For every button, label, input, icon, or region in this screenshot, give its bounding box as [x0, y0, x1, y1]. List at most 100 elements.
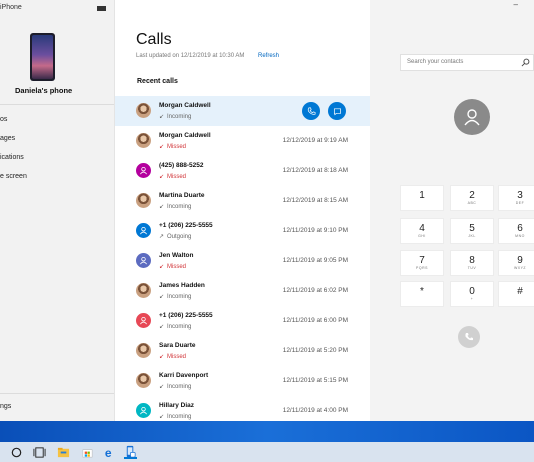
dial-key[interactable]: 8 TUV: [450, 250, 494, 276]
last-updated-text: Last updated on 12/12/2019 at 10:30 AM: [136, 53, 245, 59]
dial-key-letters: TUV: [467, 266, 477, 270]
caller-name: +1 (206) 225-5555: [159, 222, 213, 229]
dial-key[interactable]: #: [498, 281, 534, 307]
dial-call-button[interactable]: [458, 326, 480, 348]
call-status: ↙ Incoming: [159, 203, 191, 210]
dial-key[interactable]: 4 GHI: [400, 218, 444, 244]
call-row[interactable]: +1 (206) 225-5555 ↙ Incoming 12/11/2019 at …: [115, 306, 370, 336]
search-icon: [521, 58, 530, 67]
nav-item-notifications[interactable]: ications: [0, 154, 24, 161]
contact-photo: [136, 103, 151, 118]
incoming-call-icon: ↙: [159, 204, 165, 210]
file-explorer-icon[interactable]: [57, 445, 70, 459]
dial-key-digit: 2: [469, 190, 475, 201]
call-status: ↙ Incoming: [159, 293, 191, 300]
call-row[interactable]: Morgan Caldwell ↙ Missed 12/12/2019 at 9:19…: [115, 126, 370, 156]
contact-avatar-icon: [136, 163, 151, 178]
dial-key-digit: 8: [469, 255, 475, 266]
call-time: 12/11/2019 at 6:02 PM: [282, 287, 348, 294]
nav-divider: [0, 393, 114, 394]
dial-key-digit: 7: [419, 255, 425, 266]
dial-key[interactable]: 9 WXYZ: [498, 250, 534, 276]
nav-item-phone-screen[interactable]: e screen: [0, 173, 27, 180]
call-status-label: Incoming: [167, 324, 192, 330]
dial-key[interactable]: 5 JKL: [450, 218, 494, 244]
recent-calls-heading: Recent calls: [137, 78, 178, 85]
dial-key-letters: DEF: [515, 201, 525, 205]
page-title: Calls: [136, 31, 172, 48]
store-icon[interactable]: [81, 445, 94, 459]
contact-avatar-icon: [136, 223, 151, 238]
dial-key-letters: PQRS: [416, 266, 428, 270]
incoming-call-icon: ↙: [159, 114, 165, 120]
minimize-button[interactable]: –: [514, 0, 518, 9]
missed-call-icon: ↙: [159, 354, 165, 360]
message-icon: [333, 107, 341, 115]
call-status: ↙ Missed: [159, 143, 186, 150]
call-row[interactable]: (425) 888-5252 ↙ Missed 12/12/2019 at 8:18 …: [115, 156, 370, 186]
nav-item-settings[interactable]: ngs: [0, 403, 11, 410]
call-row[interactable]: Morgan Caldwell ↙ Incoming: [115, 96, 370, 126]
dial-key[interactable]: 2 ABC: [450, 185, 494, 211]
dial-key-letters: JKL: [468, 234, 476, 238]
caller-name: Karri Davenport: [159, 372, 209, 379]
dial-key-digit: #: [517, 286, 523, 297]
dial-key-digit: *: [420, 286, 424, 297]
refresh-link[interactable]: Refresh: [258, 53, 279, 59]
call-time: 12/11/2019 at 5:20 PM: [282, 347, 348, 354]
call-row[interactable]: Jen Walton ↙ Missed 12/11/2019 at 9:05 PM: [115, 246, 370, 276]
taskbar: e: [0, 421, 534, 462]
contact-avatar-icon: [454, 99, 490, 135]
svg-text:e: e: [105, 446, 112, 459]
call-back-button[interactable]: [302, 102, 320, 120]
dial-key-letters: ABC: [467, 201, 477, 205]
search-circle-icon[interactable]: [10, 445, 23, 459]
missed-call-icon: ↙: [159, 174, 165, 180]
dial-key[interactable]: 6 MNO: [498, 218, 534, 244]
dial-key-digit: 5: [469, 223, 475, 234]
phone-icon: [465, 333, 473, 341]
call-time: 12/11/2019 at 6:00 PM: [282, 317, 348, 324]
your-phone-icon[interactable]: [124, 445, 137, 459]
incoming-call-icon: ↙: [159, 324, 165, 330]
call-status-label: Missed: [167, 174, 187, 180]
call-status-label: Incoming: [167, 294, 192, 300]
dial-key[interactable]: 1: [400, 185, 444, 211]
dial-key[interactable]: 7 PQRS: [400, 250, 444, 276]
dial-key[interactable]: *: [400, 281, 444, 307]
dial-key-digit: 4: [419, 223, 425, 234]
call-row[interactable]: Sara Duarte ↙ Missed 12/11/2019 at 5:20 PM: [115, 336, 370, 366]
call-time: 12/11/2019 at 9:05 PM: [282, 257, 348, 264]
message-button[interactable]: [328, 102, 346, 120]
desktop-wallpaper-strip: [0, 421, 534, 442]
dial-key[interactable]: 3 DEF: [498, 185, 534, 211]
call-time: 12/11/2019 at 4:00 PM: [282, 407, 348, 414]
call-time: 12/12/2019 at 9:19 AM: [282, 137, 348, 144]
call-row[interactable]: James Hadden ↙ Incoming 12/11/2019 at 6:02 …: [115, 276, 370, 306]
calls-pane: Calls Last updated on 12/12/2019 at 10:3…: [115, 0, 370, 421]
device-label: iPhone: [0, 4, 22, 11]
nav-item-messages[interactable]: ages: [0, 135, 15, 142]
dial-key-digit: 6: [517, 223, 523, 234]
dial-key-digit: 3: [517, 190, 523, 201]
task-view-icon[interactable]: [33, 445, 46, 459]
dial-key-letters: GHI: [418, 234, 426, 238]
call-row[interactable]: Martina Duarte ↙ Incoming 12/12/2019 at 8:1…: [115, 186, 370, 216]
caller-name: Morgan Caldwell: [159, 132, 211, 139]
caller-name: Morgan Caldwell: [159, 102, 211, 109]
outgoing-call-icon: ↗: [159, 234, 165, 240]
dial-key-letters: +: [470, 297, 474, 301]
contact-photo: [136, 343, 151, 358]
contact-search-input[interactable]: Search your contacts: [400, 54, 534, 71]
call-status: ↙ Missed: [159, 173, 186, 180]
dial-key[interactable]: 0 +: [450, 281, 494, 307]
call-status-label: Incoming: [167, 114, 192, 120]
edge-icon[interactable]: e: [104, 445, 117, 459]
search-placeholder: Search your contacts: [407, 59, 464, 65]
call-row[interactable]: +1 (206) 225-5555 ↗ Outgoing 12/11/2019 at …: [115, 216, 370, 246]
nav-item-photos[interactable]: os: [0, 116, 7, 123]
call-row[interactable]: Karri Davenport ↙ Incoming 12/11/2019 at 5:…: [115, 366, 370, 396]
caller-name: Hillary Diaz: [159, 402, 195, 409]
call-status: ↙ Incoming: [159, 323, 191, 330]
dial-key-letters: MNO: [515, 234, 525, 238]
